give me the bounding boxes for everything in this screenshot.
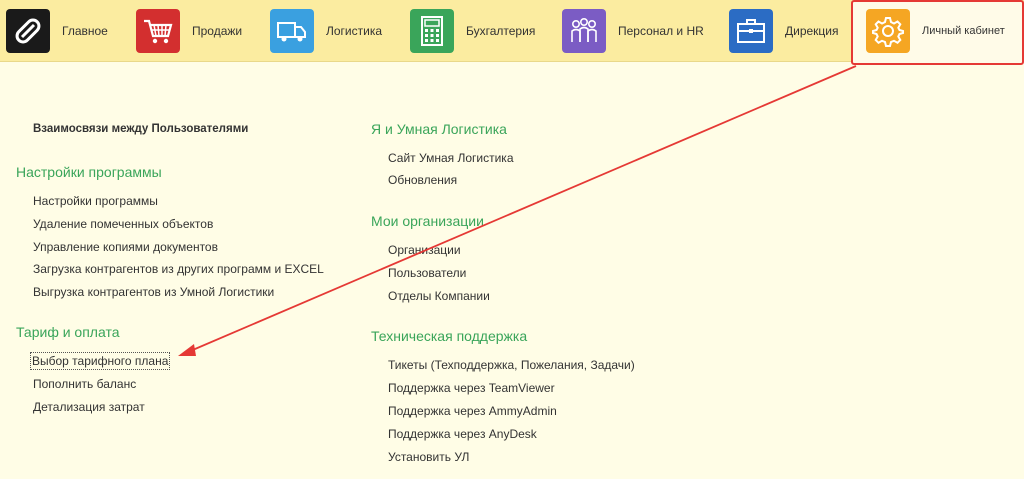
- nav-label-hr: Персонал и HR: [618, 24, 704, 38]
- nav-label-accounting: Бухгалтерия: [466, 24, 536, 38]
- nav-item-hr[interactable]: Персонал и HR: [562, 0, 704, 62]
- nav-label-logistics: Логистика: [326, 24, 383, 38]
- link-user-relations[interactable]: Взаимосвязи между Пользователями: [33, 123, 248, 135]
- section-title-orgs: Мои организации: [371, 213, 484, 229]
- nav-item-accounting[interactable]: Бухгалтерия: [410, 0, 535, 62]
- section-title-support: Техническая поддержка: [371, 328, 528, 344]
- section-title-tariff: Тариф и оплата: [16, 324, 120, 340]
- shopping-cart-icon: [136, 9, 180, 53]
- link-updates[interactable]: Обновления: [388, 173, 457, 187]
- people-icon: [562, 9, 606, 53]
- briefcase-icon: [729, 9, 773, 53]
- nav-label-personal-account: Личный кабинет: [922, 25, 1005, 37]
- link-top-up-balance[interactable]: Пополнить баланс: [33, 377, 136, 391]
- nav-item-management[interactable]: Дирекция: [729, 0, 839, 62]
- link-anydesk[interactable]: Поддержка через AnyDesk: [388, 427, 537, 441]
- link-select-tariff[interactable]: Выбор тарифного плана: [29, 352, 171, 370]
- link-import-contractors[interactable]: Загрузка контрагентов из других программ…: [33, 262, 324, 276]
- gear-icon: [866, 9, 910, 53]
- link-install-ul[interactable]: Установить УЛ: [388, 450, 469, 464]
- nav-item-logistics[interactable]: Логистика: [270, 0, 382, 62]
- link-cost-details[interactable]: Детализация затрат: [33, 400, 145, 414]
- section-title-settings: Настройки программы: [16, 164, 162, 180]
- nav-item-main[interactable]: Главное: [6, 0, 108, 62]
- nav-item-sales[interactable]: Продажи: [136, 0, 242, 62]
- link-document-copies[interactable]: Управление копиями документов: [33, 240, 218, 254]
- nav-label-main: Главное: [62, 24, 108, 38]
- nav-label-sales: Продажи: [192, 24, 243, 38]
- link-teamviewer[interactable]: Поддержка через TeamViewer: [388, 381, 555, 395]
- link-tickets[interactable]: Тикеты (Техподдержка, Пожелания, Задачи): [388, 358, 635, 372]
- link-program-settings[interactable]: Настройки программы: [33, 194, 158, 208]
- calculator-icon: [410, 9, 454, 53]
- link-logo-icon: [6, 9, 50, 53]
- truck-icon: [270, 9, 314, 53]
- link-departments[interactable]: Отделы Компании: [388, 289, 490, 303]
- link-ammyadmin[interactable]: Поддержка через AmmyAdmin: [388, 404, 557, 418]
- nav-item-personal-account[interactable]: Личный кабинет: [866, 0, 1005, 62]
- link-delete-marked[interactable]: Удаление помеченных объектов: [33, 217, 213, 231]
- page: Главное Продажи Логистика Бухгалтерия Пе…: [0, 0, 1024, 479]
- nav-label-management: Дирекция: [785, 24, 839, 38]
- section-title-me: Я и Умная Логистика: [371, 121, 507, 137]
- link-export-contractors[interactable]: Выгрузка контрагентов из Умной Логистики: [33, 285, 274, 299]
- link-users[interactable]: Пользователи: [388, 266, 466, 280]
- link-organizations[interactable]: Организации: [388, 243, 461, 257]
- top-navigation-bar: Главное Продажи Логистика Бухгалтерия Пе…: [0, 0, 1024, 65]
- link-site[interactable]: Сайт Умная Логистика: [388, 151, 514, 165]
